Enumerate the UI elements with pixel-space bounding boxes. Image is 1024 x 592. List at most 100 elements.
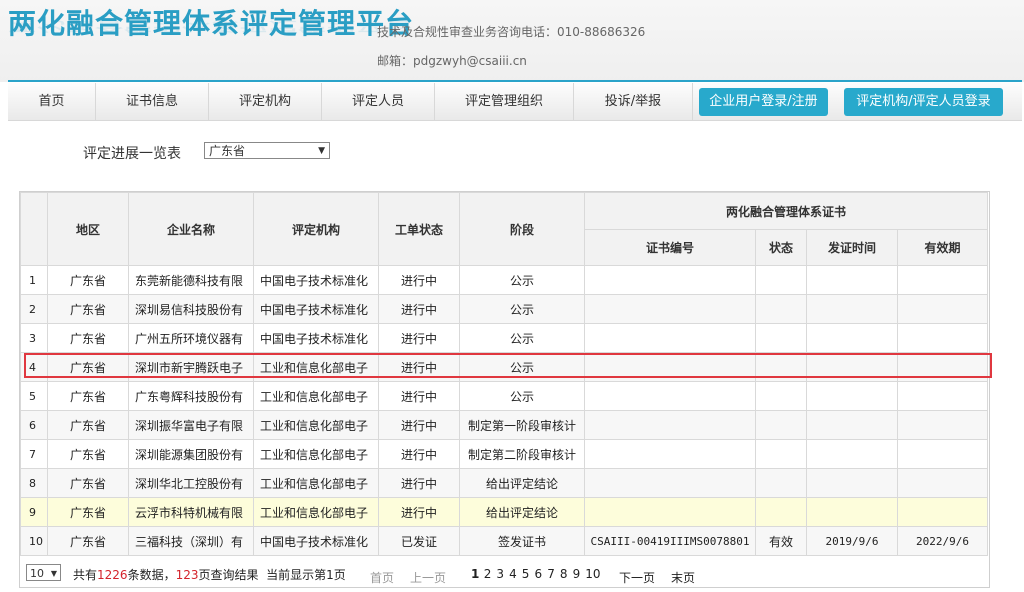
site-header: 两化融合管理体系评定管理平台 两化融合管理体系评定管理平台 技术及合规性审查业务… (0, 0, 1024, 82)
cell-status: 进行中 (378, 497, 460, 527)
dropdown-arrow-icon: ▼ (318, 146, 325, 156)
total-prefix: 共有 (73, 568, 98, 582)
page-number-link[interactable]: 6 (535, 567, 543, 581)
cell-issue-date (806, 497, 898, 527)
cell-issue-date (806, 323, 898, 353)
nav-home[interactable]: 首页 (8, 83, 96, 120)
cell-region: 广东省 (47, 381, 129, 411)
total-count: 1226 (97, 568, 128, 582)
cell-idx: 5 (20, 381, 48, 411)
page-number-link[interactable]: 4 (509, 567, 517, 581)
cell-issue-date (806, 381, 898, 411)
cell-valid-until (897, 439, 988, 469)
enterprise-login-button[interactable]: 企业用户登录/注册 (699, 88, 828, 116)
table-row[interactable]: 3 广东省 广州五所环境仪器有 中国电子技术标准化 进行中 公示 (20, 323, 988, 353)
nav-agencies[interactable]: 评定机构 (209, 83, 322, 120)
progress-table-grid: 地区 企业名称 评定机构 工单状态 阶段 两化融合管理体系证书 证书编号 状态 … (20, 192, 988, 556)
page-number-link[interactable]: 1 (471, 567, 479, 581)
table-row[interactable]: 5 广东省 广东粤辉科技股份有 工业和信息化部电子 进行中 公示 (20, 381, 988, 411)
table-row[interactable]: 7 广东省 深圳能源集团股份有 工业和信息化部电子 进行中 制定第二阶段审核计 (20, 439, 988, 469)
total-mid: 条数据， (127, 568, 176, 582)
site-title-reflection: 两化融合管理体系评定管理平台 (8, 18, 415, 34)
table-row[interactable]: 6 广东省 深圳振华富电子有限 工业和信息化部电子 进行中 制定第一阶段审核计 (20, 410, 988, 440)
cell-region: 广东省 (47, 410, 129, 440)
cell-region: 广东省 (47, 468, 129, 498)
cell-cert-no: CSAIII-00419IIIMS0078801 (584, 526, 756, 556)
cell-company: 广州五所环境仪器有 (128, 323, 254, 353)
cell-company: 东莞新能德科技有限 (128, 265, 254, 295)
cell-valid-until (897, 323, 988, 353)
agency-login-button[interactable]: 评定机构/评定人员登录 (844, 88, 1003, 116)
cell-status: 进行中 (378, 265, 460, 295)
col-status: 工单状态 (378, 192, 460, 266)
col-issue-date: 发证时间 (806, 229, 898, 266)
table-row[interactable]: 8 广东省 深圳华北工控股份有 工业和信息化部电子 进行中 给出评定结论 (20, 468, 988, 498)
page-number-link[interactable]: 8 (560, 567, 568, 581)
current-prefix: 当前显示第 (266, 568, 327, 582)
cell-cert-no (584, 410, 756, 440)
cell-cert-status (755, 323, 807, 353)
col-stage: 阶段 (459, 192, 585, 266)
pagination-bar: 10 ▼ 共有1226条数据，123页查询结果 当前显示第1页 首页 上一页 1… (19, 557, 990, 587)
cell-cert-status: 有效 (755, 526, 807, 556)
cell-company: 三福科技（深圳）有 (128, 526, 254, 556)
col-index (20, 192, 48, 266)
nav-assessors[interactable]: 评定人员 (322, 83, 435, 120)
current-page-number: 1 (326, 568, 334, 582)
current-suffix: 页 (333, 568, 346, 582)
page-number-link[interactable]: 5 (522, 567, 530, 581)
page-number-link[interactable]: 2 (484, 567, 492, 581)
header-divider (8, 80, 1022, 82)
cell-agency: 工业和信息化部电子 (253, 439, 379, 469)
cell-region: 广东省 (47, 294, 129, 324)
cell-region: 广东省 (47, 526, 129, 556)
cell-company: 深圳市新宇腾跃电子 (128, 352, 254, 382)
cell-issue-date (806, 352, 898, 382)
cell-agency: 中国电子技术标准化 (253, 265, 379, 295)
cell-stage: 给出评定结论 (459, 497, 585, 527)
nav-complaints[interactable]: 投诉/举报 (574, 83, 693, 120)
cell-region: 广东省 (47, 323, 129, 353)
cell-stage: 公示 (459, 323, 585, 353)
cell-idx: 7 (20, 439, 48, 469)
cell-cert-no (584, 497, 756, 527)
total-summary: 共有1226条数据，123页查询结果 当前显示第1页 (73, 566, 346, 583)
prev-page-link[interactable]: 上一页 (410, 569, 446, 586)
table-row[interactable]: 4 广东省 深圳市新宇腾跃电子 工业和信息化部电子 进行中 公示 (20, 352, 988, 382)
page-number-link[interactable]: 7 (547, 567, 555, 581)
nav-certificates[interactable]: 证书信息 (96, 83, 209, 120)
cell-agency: 工业和信息化部电子 (253, 381, 379, 411)
table-row[interactable]: 9 广东省 云浮市科特机械有限 工业和信息化部电子 进行中 给出评定结论 (20, 497, 988, 527)
cell-status: 进行中 (378, 352, 460, 382)
cell-cert-status (755, 352, 807, 382)
cell-company: 深圳华北工控股份有 (128, 468, 254, 498)
progress-list-label: 评定进展一览表 (83, 146, 181, 162)
cell-region: 广东省 (47, 439, 129, 469)
province-select[interactable]: 广东省 ▼ (204, 142, 330, 159)
cell-stage: 制定第二阶段审核计 (459, 439, 585, 469)
page-number-link[interactable]: 10 (585, 567, 600, 581)
cell-status: 已发证 (378, 526, 460, 556)
table-row[interactable]: 10 广东省 三福科技（深圳）有 中国电子技术标准化 已发证 签发证书 CSAIII-004… (20, 526, 988, 556)
cell-cert-status (755, 497, 807, 527)
cell-idx: 8 (20, 468, 48, 498)
hotline-text: 技术及合规性审查业务咨询电话：010-88686326 (377, 25, 646, 39)
next-page-link[interactable]: 下一页 (619, 569, 655, 586)
progress-table: 地区 企业名称 评定机构 工单状态 阶段 两化融合管理体系证书 证书编号 状态 … (19, 191, 990, 588)
main-nav: 首页 证书信息 评定机构 评定人员 评定管理组织 投诉/举报 企业用户登录/注册… (8, 83, 1022, 121)
cell-region: 广东省 (47, 497, 129, 527)
cell-cert-status (755, 265, 807, 295)
col-valid-until: 有效期 (897, 229, 988, 266)
cell-valid-until (897, 265, 988, 295)
last-page-link[interactable]: 末页 (671, 569, 695, 586)
first-page-link[interactable]: 首页 (370, 569, 394, 586)
table-row[interactable]: 2 广东省 深圳易信科技股份有 中国电子技术标准化 进行中 公示 (20, 294, 988, 324)
cell-status: 进行中 (378, 468, 460, 498)
page-number-link[interactable]: 3 (496, 567, 504, 581)
table-row[interactable]: 1 广东省 东莞新能德科技有限 中国电子技术标准化 进行中 公示 (20, 265, 988, 295)
page-number-link[interactable]: 9 (573, 567, 581, 581)
cell-cert-status (755, 439, 807, 469)
page-size-select[interactable]: 10 ▼ (26, 564, 61, 581)
nav-management-org[interactable]: 评定管理组织 (435, 83, 574, 120)
cell-agency: 中国电子技术标准化 (253, 323, 379, 353)
